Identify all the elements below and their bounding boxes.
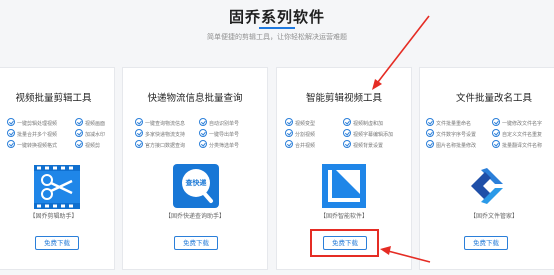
product-card-video-batch: 视频批量剪辑工具 一键剪辑处理视频 视频画面 批量合并多个视频 加减水印 一键转… xyxy=(0,67,115,270)
check-icon xyxy=(75,140,83,148)
check-icon xyxy=(426,118,434,126)
magnifier-delivery-icon: 查快递 xyxy=(173,164,219,208)
feature-item: 分割视频 xyxy=(285,129,315,139)
check-icon xyxy=(199,118,207,126)
product-card-express-query: 快递物流信息批量查询 一键查询物流信息 自动识别单号 多家快递物流支持 一键导出… xyxy=(122,67,268,270)
feature-item: 视频背景设置 xyxy=(343,140,383,150)
feature-item: 文件批量重命名 xyxy=(426,118,471,128)
feature-item: 一键修改文件名字 xyxy=(492,118,542,128)
scissors-film-icon xyxy=(34,165,80,209)
check-icon xyxy=(135,118,143,126)
card-title: 快递物流信息批量查询 xyxy=(147,93,243,104)
product-caption: 【固乔智能软件】 xyxy=(319,213,368,220)
feature-item: 批量合并多个视频 xyxy=(7,129,57,139)
feature-item: 图片名称批量修改 xyxy=(426,140,476,150)
check-icon xyxy=(285,129,293,137)
feature-item: 官方接口数据查询 xyxy=(135,140,185,150)
check-icon xyxy=(285,118,293,126)
free-download-button[interactable]: 免费下载 xyxy=(464,236,508,250)
feature-item: 自定义文件名重复 xyxy=(492,129,542,139)
section-subtitle: 简单便捷的剪辑工具，让你轻松解决运营难题 xyxy=(207,33,347,41)
product-card-file-rename: 文件批量改名工具 文件批量重命名 一键修改文件名字 文件数字序号设置 自定义文件… xyxy=(419,67,554,270)
feature-item: 一键查询物流信息 xyxy=(135,118,185,128)
card-title: 视频批量剪辑工具 xyxy=(15,93,92,104)
check-icon xyxy=(492,140,500,148)
feature-item: 视频字幕编辑添加 xyxy=(343,129,393,139)
feature-item: 加减水印 xyxy=(75,129,105,139)
card-title: 智能剪辑视频工具 xyxy=(305,93,382,104)
feature-item: 合并视频 xyxy=(285,140,315,150)
check-icon xyxy=(343,118,351,126)
feature-item: 文件数字序号设置 xyxy=(426,129,476,139)
check-icon xyxy=(426,129,434,137)
check-icon xyxy=(199,140,207,148)
feature-item: 自动识别单号 xyxy=(199,118,239,128)
feature-item: 视频制虚和加 xyxy=(343,118,383,128)
check-icon xyxy=(492,129,500,137)
feature-item: 视频变型 xyxy=(285,118,315,128)
feature-item: 一键剪辑处理视频 xyxy=(7,118,57,128)
feature-item: 视频画面 xyxy=(75,118,105,128)
feature-item: 分类筛选单号 xyxy=(199,140,239,150)
check-icon xyxy=(75,129,83,137)
section-title: 固乔系列软件 xyxy=(228,8,325,26)
check-icon xyxy=(426,140,434,148)
free-download-button[interactable]: 免费下载 xyxy=(35,236,79,250)
feature-item: 一键转换视频格式 xyxy=(7,140,57,150)
check-icon xyxy=(75,118,83,126)
crop-frame-icon xyxy=(322,164,366,208)
check-icon xyxy=(199,129,207,137)
highlight-box xyxy=(310,229,379,257)
check-icon xyxy=(135,140,143,148)
icon-label: 查快递 xyxy=(185,179,207,187)
check-icon xyxy=(285,140,293,148)
feature-item: 多家快递物流支持 xyxy=(135,129,185,139)
check-icon xyxy=(7,140,15,148)
check-icon xyxy=(343,129,351,137)
product-caption: 【固乔快递查询助手】 xyxy=(164,213,225,220)
feature-item: 一键导出单号 xyxy=(199,129,239,139)
card-title: 文件批量改名工具 xyxy=(455,93,532,104)
check-icon xyxy=(492,118,500,126)
feature-item: 视频剪 xyxy=(75,140,100,150)
check-icon xyxy=(343,140,351,148)
feature-item: 批量翻译文件名称 xyxy=(492,140,542,150)
product-caption: 【固乔文件管家】 xyxy=(469,213,518,220)
free-download-button[interactable]: 免费下载 xyxy=(174,236,218,250)
title-underline xyxy=(259,27,295,29)
check-icon xyxy=(7,118,15,126)
product-caption: 【固乔剪辑助手】 xyxy=(29,213,78,220)
check-icon xyxy=(135,129,143,137)
check-icon xyxy=(7,129,15,137)
section-header: 固乔系列软件 简单便捷的剪辑工具，让你轻松解决运营难题 xyxy=(0,0,554,62)
arrow-chevron-icon xyxy=(471,168,503,204)
